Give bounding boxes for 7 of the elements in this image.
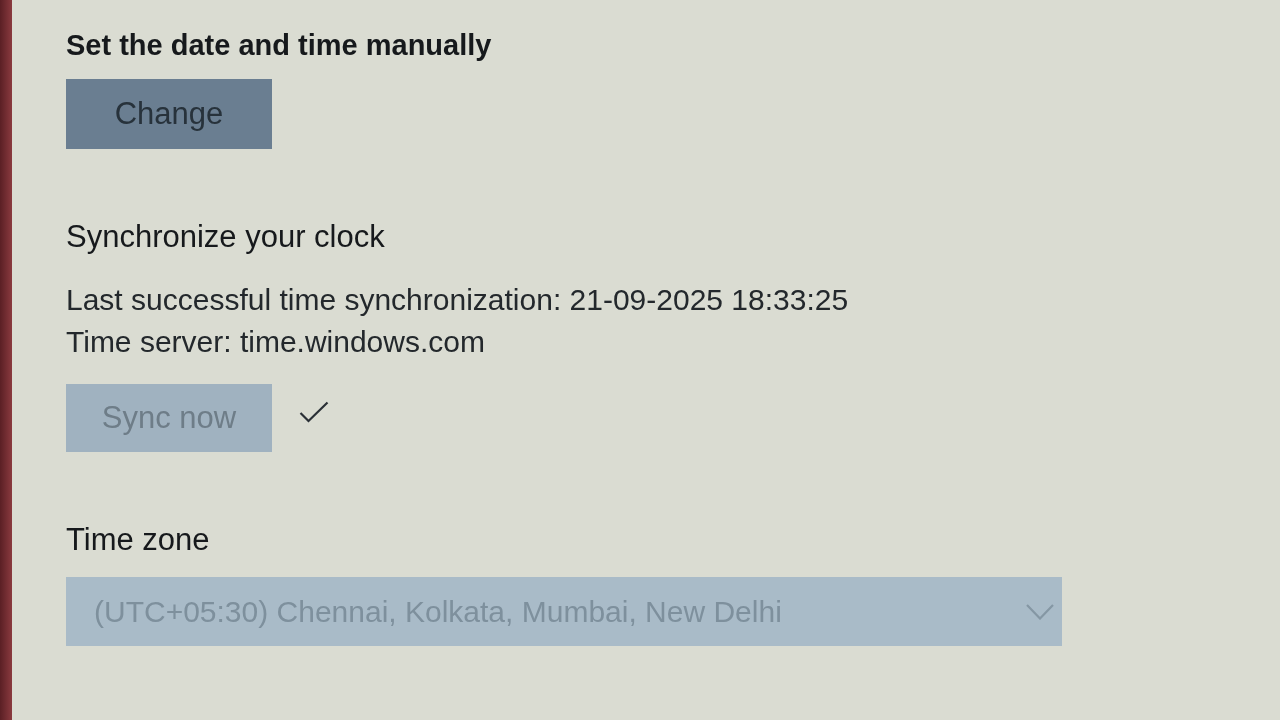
info-text: Time server: time.windows.com bbox=[66, 324, 485, 360]
section-heading: Set the date and time manually bbox=[66, 28, 492, 62]
change-button[interactable]: Change bbox=[66, 79, 272, 149]
chevron-down-icon bbox=[1026, 603, 1054, 620]
section-heading: Synchronize your clock bbox=[66, 220, 385, 254]
section-heading: Time zone bbox=[66, 523, 210, 557]
info-text: Last successful time synchronization: 21-09-2025 18:33:25 bbox=[66, 282, 849, 318]
